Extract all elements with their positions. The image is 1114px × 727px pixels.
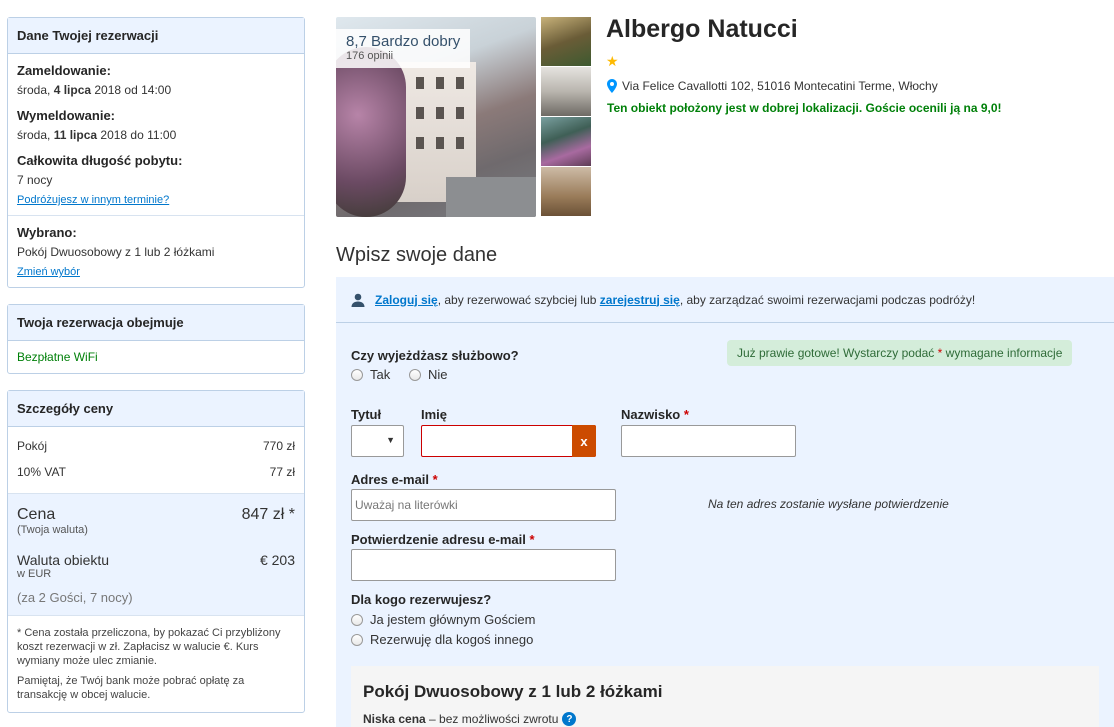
last-name-input[interactable] [621,425,796,457]
required-info-hint: Już prawie gotowe! Wystarczy podać * wym… [727,340,1073,366]
hotel-thumbnail[interactable] [541,17,591,66]
title-select[interactable]: ▼ [351,425,404,457]
reservation-details-header: Dane Twojej rezerwacji [8,18,304,54]
map-pin-icon [607,79,617,93]
business-trip-label: Czy wyjeżdżasz służbowo? [351,348,519,363]
included-wifi: Bezpłatne WiFi [17,350,98,364]
business-no-radio[interactable]: Nie [409,367,448,382]
room-summary-card: Pokój Dwuosobowy z 1 lub 2 łóżkami Niska… [351,666,1099,727]
stay-length-label: Całkowita długość pobytu: [17,153,183,168]
last-name-label: Nazwisko * [621,407,689,422]
guests-note: (za 2 Gości, 7 nocy) [17,590,133,605]
location-rating-note: Ten obiekt położony jest w dobrej lokali… [607,101,1002,115]
property-currency-label: Waluta obiektu [17,552,110,568]
price-row: 10% VAT 77 zł [17,465,295,479]
guest-details-form: Zaloguj się , aby rezerwować szybciej lu… [336,277,1114,727]
sidebar: Dane Twojej rezerwacji Zameldowanie: śro… [7,17,305,727]
login-link[interactable]: Zaloguj się [375,293,438,307]
hotel-main-photo[interactable]: 8,7 Bardzo dobry 176 opinii [336,17,536,217]
total-currency-note: (Twoja waluta) [17,524,88,536]
user-icon [351,293,365,307]
change-selection-link[interactable]: Zmień wybór [17,266,295,278]
stay-length-value: 7 nocy [17,173,53,187]
price-details-header: Szczegóły ceny [8,391,304,427]
booking-for-other-radio[interactable]: Rezerwuję dla kogoś innego [351,632,533,647]
room-title: Pokój Dwuosobowy z 1 lub 2 łóżkami [363,682,663,701]
review-score-badge: 8,7 Bardzo dobry 176 opinii [336,29,471,68]
reservation-details-panel: Dane Twojej rezerwacji Zameldowanie: śro… [7,17,305,288]
register-link[interactable]: zarejestruj się [600,293,680,307]
review-count: 176 opinii [346,50,394,62]
star-rating-icon: ★ [606,53,619,69]
booking-for-label: Dla kogo rezerwujesz? [351,592,492,607]
login-bar: Zaloguj się , aby rezerwować szybciej lu… [336,277,1114,323]
price-row: Pokój 770 zł [17,439,295,453]
property-currency-value: € 203 [259,552,295,568]
price-details-panel: Szczegóły ceny Pokój 770 zł 10% VAT 77 zł … [7,390,305,713]
email-confirmation-note: Na ten adres zostanie wysłane potwierdze… [708,497,949,511]
first-name-label: Imię [421,407,448,422]
form-section-title: Wpisz swoje dane [336,244,498,266]
hotel-thumbnail[interactable] [541,167,591,216]
checkin-label: Zameldowanie: [17,63,111,78]
email-confirm-label: Potwierdzenie adresu e-mail * [351,532,535,547]
booking-for-self-radio[interactable]: Ja jestem głównym Gościem [351,612,535,627]
selected-label: Wybrano: [17,225,77,240]
chevron-down-icon: ▼ [386,435,395,445]
includes-header: Twoja rezerwacja obejmuje [8,305,304,341]
checkout-value: środa, 11 lipca 2018 do 11:00 [17,128,177,142]
total-label: Cena [17,506,56,523]
title-label: Tytuł [351,407,382,422]
checkout-label: Wymeldowanie: [17,108,116,123]
email-confirm-input[interactable] [351,549,616,581]
help-icon[interactable]: ? [562,712,577,726]
includes-panel: Twoja rezerwacja obejmuje Bezpłatne WiFi [7,304,305,374]
hotel-address: Via Felice Cavallotti 102, 51016 Monteca… [607,79,938,93]
price-total-block: Cena 847 zł * (Twoja waluta) Waluta obiek… [8,493,304,615]
first-name-input[interactable]: x [421,425,596,457]
hotel-thumbnail[interactable] [541,117,591,166]
selected-room: Pokój Dwuosobowy z 1 lub 2 łóżkami [17,245,215,259]
email-input[interactable]: Uważaj na literówki [351,489,616,521]
change-dates-link[interactable]: Podróżujesz w innym terminie? [17,194,295,206]
hotel-thumbnail[interactable] [541,67,591,116]
total-value: 847 zł * [241,506,295,523]
email-label: Adres e-mail * [351,472,438,487]
property-currency-note: w EUR [17,568,52,580]
business-yes-radio[interactable]: Tak [351,367,390,382]
review-score: 8,7 Bardzo dobry [346,33,461,50]
error-icon: x [572,425,596,457]
checkin-value: środa, 4 lipca 2018 od 14:00 [17,83,172,97]
room-price-type: Niska cena – bez możliwości zwrotu? [363,712,1087,726]
price-footnote: * Cena została przeliczona, by pokazać C… [8,615,304,712]
hotel-name: Albergo Natucci [606,15,798,43]
